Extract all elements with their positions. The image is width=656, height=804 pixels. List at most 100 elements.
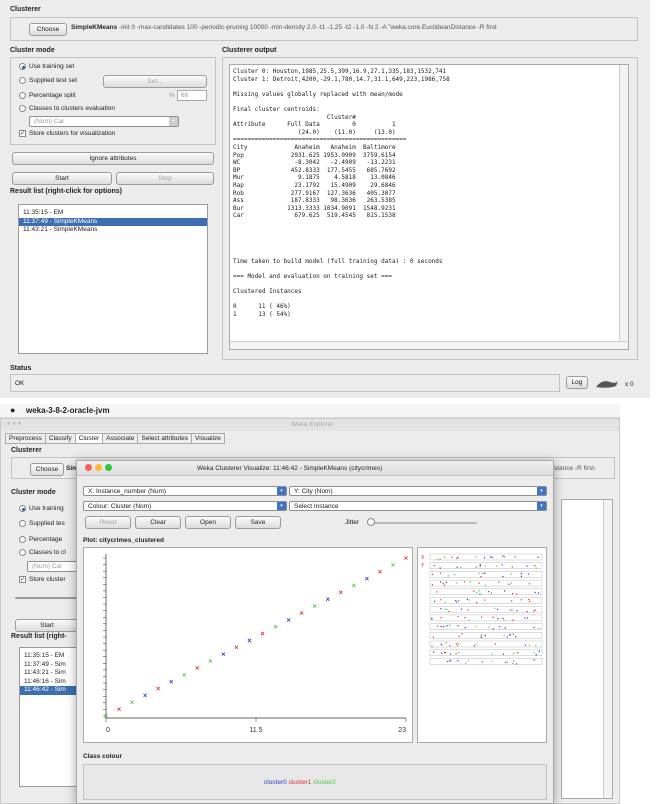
result-item-selected[interactable]: 11:37:49 - SimpleKMeans	[19, 217, 207, 226]
result-item-selected[interactable]: 11:46:42 - Sim	[20, 686, 80, 695]
scatter-point-cluster2[interactable]	[182, 672, 187, 677]
save-button[interactable]: Save	[235, 516, 281, 529]
clear-button[interactable]: Clear	[135, 516, 181, 529]
attribute-bar[interactable]	[429, 588, 543, 596]
maximize-icon[interactable]	[105, 464, 112, 471]
result-item[interactable]: 11:43:21 - Sim	[20, 669, 80, 678]
tab-preprocess[interactable]: Preprocess	[5, 433, 46, 444]
scatter-point-cluster2[interactable]	[391, 562, 395, 567]
legend-cluster2[interactable]: cluster2	[313, 779, 336, 786]
scatter-point-cluster0[interactable]	[325, 597, 330, 602]
jitter-slider[interactable]	[367, 518, 477, 526]
scatter-point-cluster2[interactable]	[312, 604, 317, 608]
stop-button[interactable]: Stop	[116, 172, 214, 185]
start-button[interactable]: Start	[12, 172, 112, 185]
attribute-bar[interactable]	[429, 623, 543, 630]
scatter-point-cluster2[interactable]	[351, 583, 356, 588]
mode-classes-2[interactable]: Classes to cl	[19, 549, 66, 556]
start-button-2[interactable]: Start	[15, 619, 79, 632]
attribute-bar[interactable]	[429, 562, 543, 569]
attribute-bar[interactable]	[429, 571, 543, 578]
set-button[interactable]: Set...	[103, 75, 207, 88]
close-icon[interactable]	[85, 464, 92, 471]
plot-area[interactable]: 0 11.5 23	[83, 547, 413, 743]
scatter-point-cluster0[interactable]	[143, 693, 148, 698]
apple-icon[interactable]: ●	[10, 405, 15, 415]
output-text-area[interactable]: Cluster 0: Houston,1985,25.5,399,16.9,27…	[229, 64, 629, 350]
ignore-attributes-button[interactable]: Ignore attributes	[12, 152, 214, 165]
result-item[interactable]: 11:35:15 - EM	[20, 652, 80, 661]
vertical-scrollbar[interactable]	[619, 65, 628, 343]
mode-use-training-2[interactable]: Use training	[19, 505, 64, 512]
scatter-plot[interactable]: 0 11.5 23	[84, 548, 414, 744]
attribute-bar[interactable]	[429, 597, 543, 604]
mode-percentage-2[interactable]: Percentage	[19, 536, 62, 543]
attribute-bar[interactable]	[429, 605, 543, 613]
reset-button[interactable]: Reset	[85, 516, 131, 529]
result-item[interactable]: 11:43:21 - SimpleKMeans	[19, 226, 207, 235]
minimize-icon[interactable]	[95, 464, 102, 471]
result-list[interactable]: 11:35:15 - EM 11:37:49 - SimpleKMeans 11…	[18, 204, 208, 354]
ignore-attributes-button-2[interactable]	[15, 597, 79, 599]
attribute-panel[interactable]: XY	[417, 547, 547, 743]
tab-visualize[interactable]: Visualize	[191, 433, 225, 444]
mode-classes[interactable]: Classes to clusters evaluation	[19, 105, 115, 112]
scatter-point-cluster0[interactable]	[221, 652, 226, 657]
colour-select[interactable]: Colour: Cluster (Nom) ▾	[83, 501, 287, 511]
mode-use-training[interactable]: Use training set	[19, 63, 74, 70]
scatter-point-cluster2[interactable]	[273, 624, 278, 629]
pct-field[interactable]: 66	[177, 90, 207, 101]
scatter-point-cluster2[interactable]	[208, 659, 213, 663]
scatter-point-cluster1[interactable]	[404, 556, 408, 560]
scatter-point-cluster1[interactable]	[260, 631, 265, 636]
log-button[interactable]: Log	[566, 376, 588, 389]
result-item[interactable]: 11:35:15 - EM	[19, 209, 207, 218]
scatter-point-cluster1[interactable]	[378, 569, 382, 574]
tab-associate[interactable]: Associate	[102, 433, 139, 444]
result-list-2[interactable]: 11:35:15 - EM 11:37:49 - Sim 11:43:21 - …	[19, 647, 81, 787]
tab-select-attributes[interactable]: Select attributes	[137, 433, 193, 444]
scatter-point-cluster0[interactable]	[247, 638, 252, 643]
attribute-bar[interactable]	[429, 579, 543, 587]
choose-button-2[interactable]: Choose	[30, 463, 64, 476]
legend-cluster1[interactable]: cluster1	[289, 779, 312, 786]
class-attr-select-2[interactable]: (Num) Car	[27, 561, 79, 572]
mode-store[interactable]: ✓ Store clusters for visualization	[19, 130, 115, 137]
scatter-point-cluster1[interactable]	[338, 590, 343, 595]
tab-cluster[interactable]: Cluster	[74, 433, 104, 444]
mode-store-2[interactable]: ✓ Store cluster	[19, 576, 66, 583]
attribute-bar[interactable]	[429, 658, 543, 665]
clusterer-config-text[interactable]: SimpleKMeans -init 0 -max-candidates 100…	[71, 24, 635, 31]
scatter-point-cluster0[interactable]	[364, 576, 369, 581]
attribute-bars[interactable]: XY	[418, 548, 546, 742]
scatter-point-cluster1[interactable]	[234, 645, 239, 650]
scatter-point-cluster1[interactable]	[156, 686, 161, 691]
mode-supplied[interactable]: Supplied test set	[19, 77, 77, 84]
scatter-point-cluster1[interactable]	[299, 611, 304, 615]
class-attr-select[interactable]: (Num) Car ▾	[29, 116, 179, 127]
slider-knob[interactable]	[367, 518, 375, 526]
attribute-bar[interactable]	[429, 614, 543, 622]
horizontal-scrollbar[interactable]	[230, 341, 628, 349]
instance-select[interactable]: Select Instance ▾	[289, 501, 547, 511]
tab-classify[interactable]: Classify	[44, 433, 76, 444]
x-axis-select[interactable]: X: Instance_number (Num) ▾	[83, 486, 287, 496]
vertical-scrollbar[interactable]	[603, 500, 612, 798]
mode-percentage[interactable]: Percentage split	[19, 92, 76, 99]
attribute-bar[interactable]	[429, 640, 543, 648]
choose-button[interactable]: Choose	[29, 23, 67, 36]
y-axis-select[interactable]: Y: City (Nom) ▾	[289, 486, 547, 496]
legend-cluster0[interactable]: cluster0	[264, 779, 287, 786]
result-item[interactable]: 11:46:16 - Sim	[20, 678, 80, 687]
scatter-point-cluster2[interactable]	[130, 700, 134, 705]
scatter-point-cluster0[interactable]	[169, 679, 174, 684]
scatter-point-cluster1[interactable]	[195, 666, 200, 670]
attribute-bar[interactable]	[429, 553, 543, 561]
mode-supplied-2[interactable]: Supplied tes	[19, 520, 65, 527]
scatter-point-cluster0[interactable]	[286, 617, 291, 622]
result-item[interactable]: 11:37:49 - Sim	[20, 661, 80, 670]
scatter-point-cluster1[interactable]	[117, 707, 121, 712]
attribute-bar[interactable]	[429, 649, 543, 656]
attribute-bar[interactable]	[429, 632, 543, 639]
open-button[interactable]: Open	[185, 516, 231, 529]
